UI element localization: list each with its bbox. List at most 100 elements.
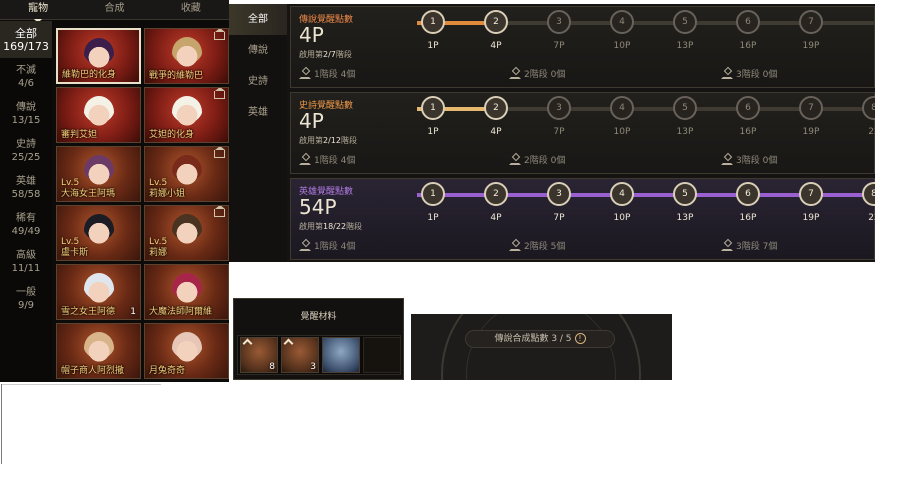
- rarity-filter-legend[interactable]: 傳說 13/15: [0, 95, 52, 132]
- awakening-node[interactable]: 3: [547, 182, 571, 206]
- rarity-label: 不滅: [16, 65, 36, 76]
- pet-card[interactable]: 雪之女王阿德 1: [56, 264, 141, 320]
- awakening-node[interactable]: 6: [736, 96, 760, 120]
- blank-frame-left-edge: [1, 384, 2, 464]
- chevron-up-icon: [242, 338, 253, 349]
- awakening-node[interactable]: 1: [421, 182, 445, 206]
- stage-count-text: 2階段 0個: [524, 70, 566, 80]
- pet-portrait: [171, 37, 202, 69]
- pet-card[interactable]: 月兔奇奇: [144, 323, 229, 379]
- stage-crown-icon: [299, 243, 311, 251]
- awakening-node-label: 16P: [739, 213, 757, 223]
- hero-awakening-row: 英雄覺醒點數 54P 啟用第18/22階段 1 1P 2 4P 3 7P 4 10P 5 13P 6 16P…: [290, 178, 875, 260]
- awakening-node-label: 22: [868, 213, 875, 223]
- awakening-node[interactable]: 3: [547, 10, 571, 34]
- pet-card[interactable]: Lv.5 大海女王阿瑪: [56, 146, 141, 202]
- awakening-node[interactable]: 2: [484, 10, 508, 34]
- tab-synthesis[interactable]: 合成: [76, 0, 152, 19]
- awakening-node[interactable]: 7: [799, 182, 823, 206]
- stage-count-2: 2階段 0個: [509, 67, 565, 80]
- rarity-filter-rare[interactable]: 稀有 49/49: [0, 206, 52, 243]
- awakening-tab-all[interactable]: 全部: [229, 4, 287, 35]
- pet-card[interactable]: 大魔法師阿爾維: [144, 264, 229, 320]
- pet-portrait: [83, 273, 114, 305]
- awakening-stage-progress: 啟用第18/22階段: [299, 221, 362, 232]
- stage-crown-icon: [509, 243, 521, 251]
- awakening-tab-epic[interactable]: 史詩: [229, 66, 287, 97]
- awakening-node[interactable]: 8: [862, 96, 875, 120]
- pet-card[interactable]: Lv.5 莉娜: [144, 205, 229, 261]
- material-quantity: 3: [310, 362, 316, 372]
- pet-card[interactable]: 帽子商人阿烈撒: [56, 323, 141, 379]
- awakening-tab-legend[interactable]: 傳說: [229, 35, 287, 66]
- awakening-node[interactable]: 5: [673, 10, 697, 34]
- pet-portrait: [171, 155, 202, 187]
- material-slot[interactable]: 3: [281, 337, 319, 373]
- awakening-node[interactable]: 3: [547, 96, 571, 120]
- pet-name: 莉娜小姐: [149, 189, 186, 199]
- pet-card[interactable]: 維勒巴的化身: [56, 28, 141, 84]
- stage-crown-icon: [299, 157, 311, 165]
- tab-pets[interactable]: 寵物: [0, 0, 76, 23]
- material-slot[interactable]: [322, 337, 360, 373]
- awakening-node[interactable]: 4: [610, 96, 634, 120]
- stage-count-text: 1階段 4個: [314, 156, 356, 166]
- awakening-node[interactable]: 4: [610, 182, 634, 206]
- pet-card[interactable]: 審判艾妲: [56, 87, 141, 143]
- stage-count-text: 1階段 4個: [314, 70, 356, 80]
- rarity-label: 高級: [16, 250, 36, 261]
- tab-collection[interactable]: 收藏: [153, 0, 229, 19]
- awakening-node[interactable]: 1: [421, 96, 445, 120]
- awakening-node[interactable]: 5: [673, 96, 697, 120]
- awakening-material-panel: 覺醒材料 83: [233, 298, 404, 380]
- rarity-filter-list: 全部 169/173 不滅 4/6 傳說 13/15 史詩 25/25 英雄 58/58 …: [0, 21, 52, 382]
- stage-count-text: 3階段 0個: [736, 70, 778, 80]
- rarity-filter-immortal[interactable]: 不滅 4/6: [0, 58, 52, 95]
- rarity-filter-epic[interactable]: 史詩 25/25: [0, 132, 52, 169]
- awakening-node[interactable]: 6: [736, 182, 760, 206]
- stage-progress-value: 2/7: [323, 50, 336, 59]
- pet-card[interactable]: Lv.5 莉娜小姐: [144, 146, 229, 202]
- awakening-node[interactable]: 6: [736, 10, 760, 34]
- pet-name: 大海女王阿瑪: [61, 189, 116, 199]
- awakening-node[interactable]: 8: [862, 182, 875, 206]
- crown-icon: [214, 147, 225, 158]
- awakening-node[interactable]: 4: [610, 10, 634, 34]
- awakening-node[interactable]: 1: [421, 10, 445, 34]
- awakening-node-label: 1P: [427, 41, 439, 51]
- stage-progress-prefix: 啟用第: [299, 50, 323, 59]
- rarity-label: 稀有: [16, 213, 36, 224]
- awakening-node[interactable]: 7: [799, 10, 823, 34]
- awakening-tab-hero[interactable]: 英雄: [229, 97, 287, 128]
- stage-progress-suffix: 階段: [335, 50, 352, 59]
- awakening-node[interactable]: 2: [484, 96, 508, 120]
- rarity-filter-common[interactable]: 一般 9/9: [0, 280, 52, 317]
- material-slot[interactable]: 8: [240, 337, 278, 373]
- stage-count-text: 3階段 0個: [736, 156, 778, 166]
- rarity-filter-hero[interactable]: 英雄 58/58: [0, 169, 52, 206]
- pet-name: 雪之女王阿德: [61, 307, 116, 317]
- awakening-node-label: 19P: [802, 41, 820, 51]
- pet-card[interactable]: 艾妲的化身: [144, 87, 229, 143]
- rarity-filter-advanced[interactable]: 高級 11/11: [0, 243, 52, 280]
- pet-card[interactable]: 戰爭的維勒巴: [144, 28, 229, 84]
- legend-awakening-row: 傳說覺醒點數 4P 啟用第2/7階段 1 1P 2 4P 3 7P 4 10P 5 13P 6 16P 7 19…: [290, 6, 875, 88]
- awakening-node[interactable]: 5: [673, 182, 697, 206]
- pet-name: 戰爭的維勒巴: [149, 71, 204, 81]
- awakening-node-label: 10P: [613, 213, 631, 223]
- awakening-points: 4P: [299, 109, 324, 133]
- info-icon[interactable]: !: [574, 333, 586, 344]
- rarity-label: 傳說: [16, 102, 36, 113]
- awakening-node[interactable]: 2: [484, 182, 508, 206]
- material-slot-row: 83: [237, 335, 401, 375]
- stage-count-3: 3階段 7個: [721, 239, 777, 252]
- synthesis-points-label: 傳說合成點數 3 / 5: [494, 334, 572, 344]
- pet-name: 帽子商人阿烈撒: [61, 366, 125, 376]
- rarity-filter-all[interactable]: 全部 169/173: [0, 21, 52, 58]
- stage-crown-icon: [721, 157, 733, 165]
- awakening-node[interactable]: 7: [799, 96, 823, 120]
- awakening-node-label: 22: [868, 127, 875, 137]
- material-slot-empty[interactable]: [363, 337, 401, 373]
- awakening-stage-progress: 啟用第2/12階段: [299, 135, 357, 146]
- pet-card[interactable]: Lv.5 盧卡斯: [56, 205, 141, 261]
